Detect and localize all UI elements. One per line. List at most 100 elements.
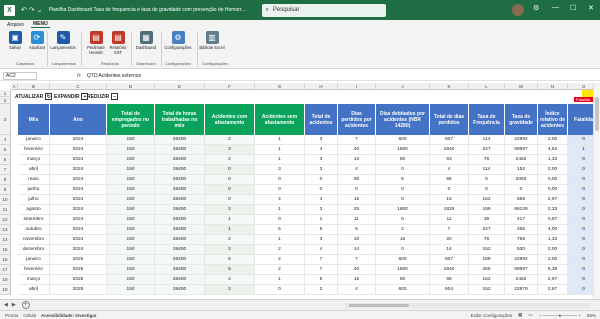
table-cell[interactable]: 0 <box>376 185 430 195</box>
table-cell[interactable]: 3 <box>305 235 338 245</box>
table-cell[interactable]: 0 <box>305 185 338 195</box>
table-cell[interactable]: 26400 <box>155 235 205 245</box>
table-cell[interactable]: fevereiro <box>18 265 50 275</box>
library-button[interactable]: ▥ Bibliote Excel <box>199 31 225 50</box>
column-header[interactable]: M <box>505 83 538 90</box>
column-header[interactable]: C <box>50 83 107 90</box>
table-cell[interactable]: 265 <box>469 265 505 275</box>
table-cell[interactable]: 1800 <box>376 265 430 275</box>
table-cell[interactable]: 0 <box>255 215 305 225</box>
row-header[interactable]: 8 <box>0 175 11 185</box>
row-header[interactable]: 16 <box>0 255 11 265</box>
table-cell[interactable]: 2 <box>205 205 255 215</box>
table-cell[interactable]: 2 <box>205 155 255 165</box>
table-cell[interactable]: 4 <box>305 145 338 155</box>
table-cell[interactable]: 0,67 <box>538 215 568 225</box>
table-cell[interactable]: 0 <box>305 175 338 185</box>
table-cell[interactable]: 152 <box>469 195 505 205</box>
table-cell[interactable]: 150 <box>107 215 155 225</box>
table-cell[interactable]: 15 <box>338 195 376 205</box>
table-cell[interactable]: 25 <box>338 205 376 215</box>
table-cell[interactable]: 4 <box>205 275 255 285</box>
table-cell[interactable]: 2 <box>255 265 305 275</box>
view-normal-icon[interactable]: ▦ <box>518 312 522 318</box>
table-cell[interactable]: 0,00 <box>538 175 568 185</box>
column-header[interactable]: I <box>338 83 376 90</box>
table-cell[interactable]: 600 <box>376 135 430 145</box>
table-cell[interactable]: outubro <box>18 225 50 235</box>
table-cell[interactable]: 26400 <box>155 255 205 265</box>
settings-button[interactable]: ⚙ Configurações <box>165 31 192 50</box>
reduzir-control[interactable]: REDUZIR − <box>87 93 119 100</box>
table-cell[interactable]: 26400 <box>155 155 205 165</box>
table-cell[interactable]: 2 <box>305 285 338 295</box>
table-cell[interactable]: 26400 <box>155 175 205 185</box>
table-cell[interactable]: 2 <box>205 135 255 145</box>
table-cell[interactable]: 2024 <box>50 235 107 245</box>
close-button[interactable]: ✕ <box>588 4 594 12</box>
fx-icon[interactable]: fx <box>77 73 81 79</box>
table-cell[interactable]: janeiro <box>18 135 50 145</box>
table-cell[interactable]: 0 <box>205 185 255 195</box>
table-cell[interactable]: 26400 <box>155 135 205 145</box>
table-cell[interactable]: 2,67 <box>538 195 568 205</box>
table-cell[interactable]: 2 <box>205 245 255 255</box>
table-cell[interactable]: 1 <box>255 145 305 155</box>
table-cell[interactable]: 2024 <box>50 195 107 205</box>
column-header[interactable]: N <box>538 83 568 90</box>
row-header[interactable]: 10 <box>0 195 11 205</box>
table-cell[interactable]: 150 <box>107 225 155 235</box>
column-header[interactable]: J <box>376 83 430 90</box>
table-cell[interactable]: 4 <box>305 245 338 255</box>
table-cell[interactable]: 0 <box>255 185 305 195</box>
table-cell[interactable]: 3 <box>305 165 338 175</box>
table-cell[interactable]: 2462 <box>505 155 538 165</box>
table-cell[interactable]: 76 <box>469 235 505 245</box>
table-cell[interactable]: 604 <box>430 285 469 295</box>
table-cell[interactable]: 0 <box>338 185 376 195</box>
table-cell[interactable]: 4 <box>255 195 305 205</box>
table-cell[interactable]: 7 <box>338 255 376 265</box>
table-cell[interactable]: janeiro <box>18 255 50 265</box>
table-cell[interactable]: julho <box>18 195 50 205</box>
spreadsheet-grid[interactable]: ATUALIZAR ↻ EXPANDIR + REDUZIR − Fatalid… <box>0 83 600 299</box>
table-cell[interactable]: 2024 <box>50 225 107 235</box>
table-cell[interactable]: 55 <box>430 175 469 185</box>
row-header[interactable]: 11 <box>0 205 11 215</box>
table-cell[interactable]: 189 <box>469 205 505 215</box>
row-header[interactable]: 1 <box>0 90 11 97</box>
table-cell[interactable]: 3 <box>305 205 338 215</box>
table-cell[interactable]: 0 <box>376 165 430 175</box>
table-cell[interactable]: 4,62 <box>538 145 568 155</box>
table-cell[interactable]: 152 <box>469 275 505 285</box>
search-box[interactable]: ⌕ Pesquisar <box>261 3 386 17</box>
column-header[interactable]: G <box>255 83 305 90</box>
table-cell[interactable]: 15 <box>338 275 376 285</box>
table-cell[interactable]: 2025 <box>50 265 107 275</box>
table-cell[interactable]: 150 <box>107 245 155 255</box>
table-cell[interactable]: 758 <box>505 235 538 245</box>
table-cell[interactable]: 2,67 <box>538 285 568 295</box>
row-header[interactable]: 2 <box>0 97 11 104</box>
table-cell[interactable]: setembro <box>18 215 50 225</box>
table-cell[interactable]: 11 <box>430 215 469 225</box>
table-cell[interactable]: 0,00 <box>538 185 568 195</box>
table-cell[interactable]: 20 <box>430 235 469 245</box>
table-cell[interactable]: 7 <box>338 135 376 145</box>
row-header[interactable]: 5 <box>0 145 11 155</box>
menu-menu[interactable]: MENU <box>30 21 50 28</box>
table-cell[interactable]: 2024 <box>50 205 107 215</box>
table-cell[interactable]: 26400 <box>155 225 205 235</box>
accessibility-status[interactable]: Acessibilidade: investigar <box>41 313 97 318</box>
table-cell[interactable]: 50 <box>376 155 430 165</box>
table-cell[interactable]: 150 <box>107 145 155 155</box>
tab-prev-icon[interactable]: ◀ <box>4 302 8 308</box>
table-cell[interactable]: 22992 <box>505 135 538 145</box>
table-cell[interactable]: 2024 <box>50 185 107 195</box>
table-cell[interactable]: 0 <box>205 195 255 205</box>
table-cell[interactable]: 4,00 <box>538 225 568 235</box>
table-cell[interactable]: 568 <box>505 195 538 205</box>
table-cell[interactable]: 0 <box>376 195 430 205</box>
table-cell[interactable]: 2 <box>255 245 305 255</box>
table-cell[interactable]: 1800 <box>376 145 430 155</box>
